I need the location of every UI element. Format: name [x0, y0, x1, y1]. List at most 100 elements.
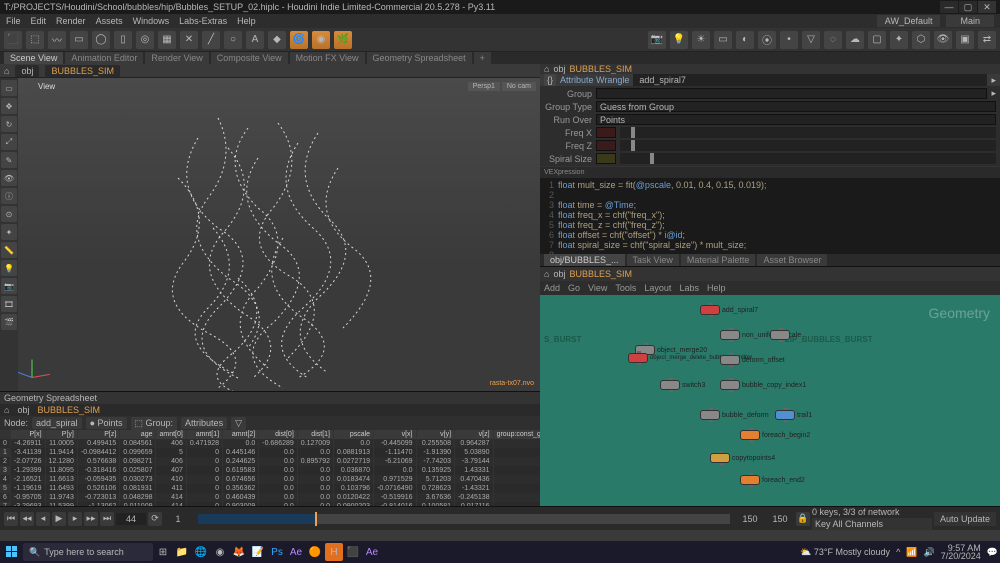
net-menu-add[interactable]: Add — [544, 283, 560, 293]
spread-path-obj[interactable]: obj — [17, 405, 29, 415]
node-bubble-copy[interactable]: bubble_copy_index1 — [720, 380, 806, 390]
viewport[interactable]: View Persp1 No cam — [18, 78, 540, 391]
attrib-button[interactable]: Attributes — [181, 417, 227, 429]
menu-windows[interactable]: Windows — [133, 16, 170, 26]
handle-tool-icon[interactable]: ✦ — [1, 224, 17, 240]
snap-tool-icon[interactable]: ⊙ — [1, 206, 17, 222]
net-path-obj[interactable]: obj — [553, 269, 565, 279]
node-trail[interactable]: trail1 — [775, 410, 812, 420]
tab-add[interactable]: + — [474, 52, 491, 64]
shelf-tube-icon[interactable]: ▯ — [114, 31, 132, 49]
freqz-field[interactable] — [596, 140, 616, 151]
tab-motionfx[interactable]: Motion FX View — [290, 52, 365, 64]
terminal-icon[interactable]: ⬛ — [344, 543, 362, 561]
prev-frame-button[interactable]: ◂ — [36, 512, 50, 526]
shelf-line-icon[interactable]: ╱ — [202, 31, 220, 49]
filter-icon[interactable]: ▽ — [231, 417, 246, 430]
node-foreach-end[interactable]: foreach_end2 — [740, 475, 805, 485]
cam-tool-icon[interactable]: 📷 — [1, 278, 17, 294]
shelf-arealight-icon[interactable]: ▭ — [714, 31, 732, 49]
points-toggle[interactable]: ● Points — [86, 417, 127, 429]
shelf-curve-icon[interactable]: 〰 — [48, 31, 66, 49]
main-menu[interactable]: Main — [946, 15, 994, 27]
ae-icon[interactable]: Ae — [287, 543, 305, 561]
node-switch[interactable]: switch3 — [660, 380, 705, 390]
firefox-icon[interactable]: 🦊 — [230, 543, 248, 561]
shelf-spiral-icon[interactable]: 🌀 — [290, 31, 308, 49]
shelf-select-icon[interactable]: ⬚ — [26, 31, 44, 49]
path-node[interactable]: BUBBLES_SIM — [45, 65, 120, 77]
net-tab-mat[interactable]: Material Palette — [681, 254, 756, 266]
node-field[interactable]: add_spiral — [32, 417, 82, 429]
next-frame-button[interactable]: ▸ — [68, 512, 82, 526]
tray-chevron-icon[interactable]: ^ — [896, 547, 900, 557]
menu-file[interactable]: File — [6, 16, 21, 26]
close-button[interactable]: ✕ — [978, 1, 996, 13]
select-tool-icon[interactable]: ▭ — [1, 80, 17, 96]
parm-path-obj[interactable]: obj — [553, 64, 565, 74]
anim-mode[interactable]: Key All Channels — [812, 518, 932, 530]
shelf-ambient-icon[interactable]: ◌ — [824, 31, 842, 49]
net-menu-help[interactable]: Help — [707, 283, 726, 293]
shelf-vr-icon[interactable]: ▣ — [956, 31, 974, 49]
shelf-platonic-icon[interactable]: ◆ — [268, 31, 286, 49]
shelf-metaball-icon[interactable]: ◉ — [312, 31, 330, 49]
inspect-tool-icon[interactable]: ⓘ — [1, 188, 17, 204]
shelf-envlight-icon[interactable]: ☀ — [692, 31, 710, 49]
tab-geospread[interactable]: Geometry Spreadsheet — [367, 52, 472, 64]
shelf-misc-icon[interactable]: ⬛ — [4, 31, 22, 49]
group-field[interactable] — [596, 88, 987, 99]
home-icon[interactable]: ⌂ — [544, 269, 549, 279]
shelf-torus-icon[interactable]: ◎ — [136, 31, 154, 49]
wifi-icon[interactable]: 📶 — [906, 547, 917, 558]
group-selector-icon[interactable]: ▸ — [991, 88, 996, 99]
shelf-stereo-icon[interactable]: 👁 — [934, 31, 952, 49]
node-copytopoints[interactable]: copytopoints4 — [710, 453, 775, 463]
node-add-spiral[interactable]: add_spiral7 — [700, 305, 758, 315]
node-name-field[interactable]: add_spiral7 — [633, 74, 987, 86]
explorer-icon[interactable]: 📁 — [173, 543, 191, 561]
node-foreach-begin[interactable]: foreach_begin2 — [740, 430, 810, 440]
net-menu-tools[interactable]: Tools — [615, 283, 636, 293]
ruler-tool-icon[interactable]: 📏 — [1, 242, 17, 258]
houdini-icon[interactable]: H — [325, 543, 343, 561]
net-menu-go[interactable]: Go — [568, 283, 580, 293]
tab-render-view[interactable]: Render View — [145, 52, 208, 64]
menu-render[interactable]: Render — [56, 16, 86, 26]
net-menu-view[interactable]: View — [588, 283, 607, 293]
net-path-node[interactable]: BUBBLES_SIM — [569, 269, 632, 279]
parm-path-node[interactable]: BUBBLES_SIM — [569, 64, 632, 74]
afterfx-icon[interactable]: Ae — [363, 543, 381, 561]
prev-key-button[interactable]: ◂◂ — [20, 512, 34, 526]
shelf-lsystem-icon[interactable]: 🌿 — [334, 31, 352, 49]
node-deform-offset[interactable]: deform_offset — [720, 355, 785, 365]
shelf-sphere-icon[interactable]: ◯ — [92, 31, 110, 49]
shelf-portal-icon[interactable]: ▢ — [868, 31, 886, 49]
render-icon[interactable]: 🎬 — [1, 314, 17, 330]
current-frame-field[interactable]: 44 — [116, 513, 146, 525]
vscode-icon[interactable]: 📝 — [249, 543, 267, 561]
start-frame[interactable]: 1 — [164, 514, 192, 524]
weather-widget[interactable]: ⛅ 73°F Mostly cloudy — [800, 547, 890, 558]
first-frame-button[interactable]: ⏮ — [4, 512, 18, 526]
spiral-slider[interactable] — [620, 153, 996, 164]
maximize-button[interactable]: ▢ — [959, 1, 977, 13]
net-menu-labs[interactable]: Labs — [679, 283, 699, 293]
net-tab-obj[interactable]: obj/BUBBLES_... — [544, 254, 625, 266]
freqx-field[interactable] — [596, 127, 616, 138]
runover-field[interactable]: Points — [596, 114, 996, 125]
shelf-gi-icon[interactable]: ⬡ — [912, 31, 930, 49]
brush-tool-icon[interactable]: ✎ — [1, 152, 17, 168]
shelf-grid-icon[interactable]: ▦ — [158, 31, 176, 49]
last-frame-button[interactable]: ⏭ — [100, 512, 114, 526]
net-menu-layout[interactable]: Layout — [644, 283, 671, 293]
play-button[interactable]: ▶ — [52, 512, 66, 526]
edge-icon[interactable]: 🌐 — [192, 543, 210, 561]
shelf-caustic-icon[interactable]: ✦ — [890, 31, 908, 49]
range-lock-icon[interactable]: 🔒 — [796, 512, 810, 526]
auto-update-toggle[interactable]: Auto Update — [934, 512, 996, 526]
menu-edit[interactable]: Edit — [31, 16, 47, 26]
tab-anim-editor[interactable]: Animation Editor — [65, 52, 143, 64]
ps-icon[interactable]: Ps — [268, 543, 286, 561]
flipbook-icon[interactable]: 🎞 — [1, 296, 17, 312]
